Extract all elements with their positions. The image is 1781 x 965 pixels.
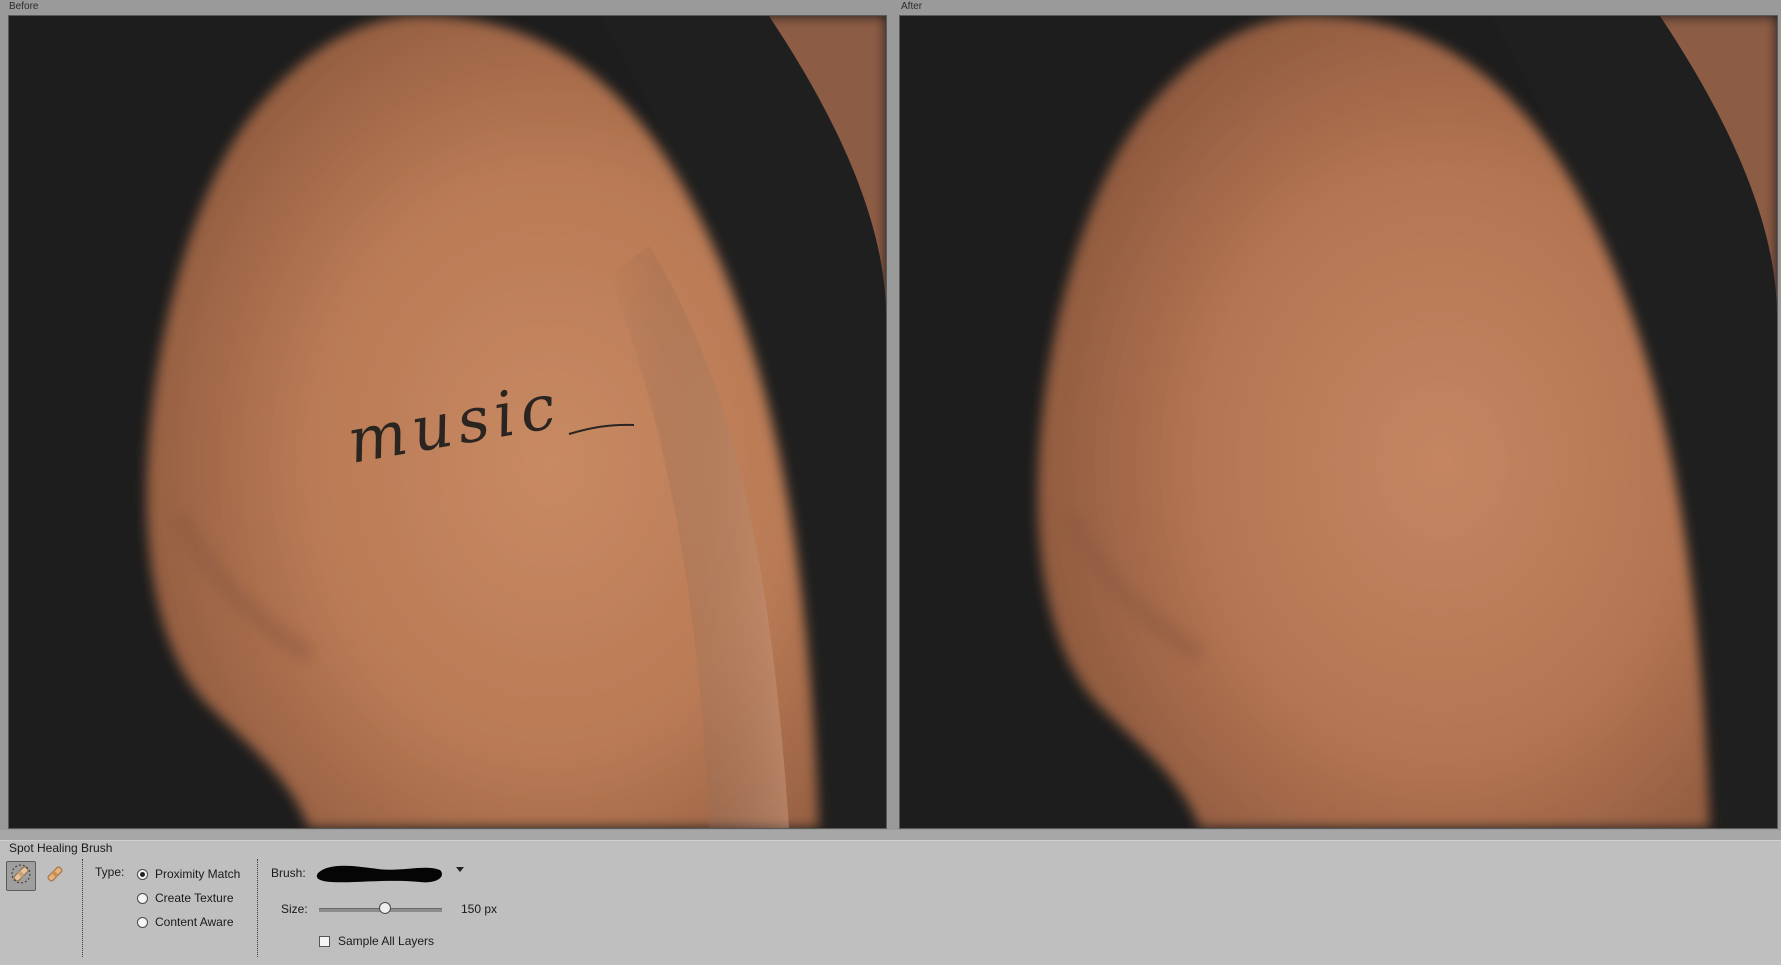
type-label: Type: (95, 865, 125, 879)
brush-label: Brush: (271, 866, 306, 880)
healing-brush-button[interactable] (40, 861, 70, 891)
after-label: After (901, 1, 923, 12)
size-label: Size: (281, 902, 308, 916)
radio-content-aware[interactable]: Content Aware (137, 914, 234, 930)
chevron-down-icon[interactable] (456, 867, 464, 872)
size-value: 150 px (461, 902, 498, 916)
radio-button[interactable] (137, 916, 148, 928)
after-image[interactable] (899, 15, 1778, 829)
radio-label: Proximity Match (155, 867, 241, 881)
radio-proximity-match[interactable]: Proximity Match (137, 866, 240, 882)
before-image[interactable]: music (8, 15, 887, 829)
radio-label: Content Aware (155, 915, 234, 929)
size-slider-thumb[interactable] (379, 902, 392, 914)
separator (257, 859, 258, 957)
before-label: Before (9, 1, 39, 12)
tool-name: Spot Healing Brush (9, 841, 113, 855)
healing-brush-icon (44, 863, 66, 890)
brush-preset-picker[interactable] (310, 858, 447, 888)
spot-healing-brush-icon (10, 863, 32, 890)
spot-healing-brush-button[interactable] (6, 861, 36, 891)
sample-all-layers-label: Sample All Layers (338, 934, 435, 948)
tool-options-bar: Spot Healing Brush Type: Proximity Match… (0, 840, 1781, 965)
separator (82, 859, 83, 957)
panel-divider (0, 830, 1781, 840)
radio-label: Create Texture (155, 891, 234, 905)
radio-button[interactable] (137, 892, 148, 904)
sample-all-layers-checkbox[interactable] (319, 936, 330, 947)
radio-create-texture[interactable]: Create Texture (137, 890, 234, 906)
radio-button-selected[interactable] (137, 868, 148, 880)
